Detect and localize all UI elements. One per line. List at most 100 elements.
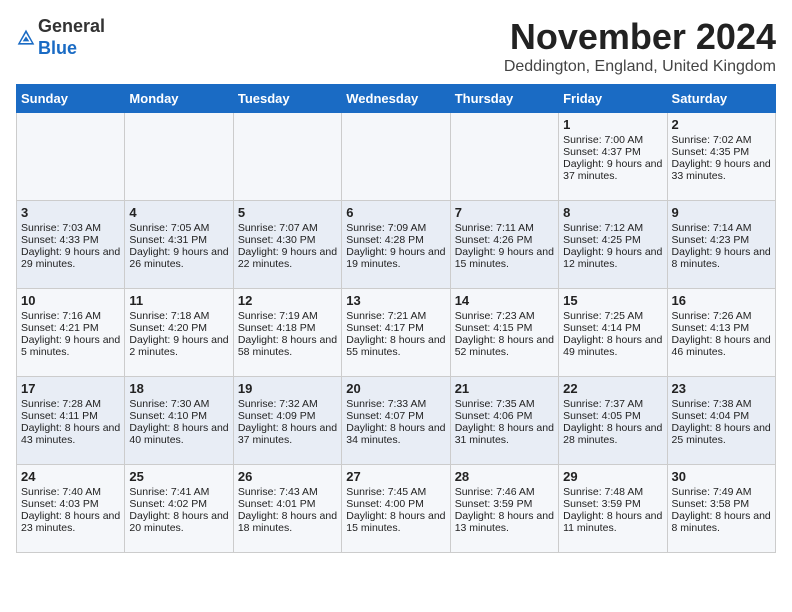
- calendar-cell: 20Sunrise: 7:33 AMSunset: 4:07 PMDayligh…: [342, 377, 450, 465]
- day-info: Sunrise: 7:48 AM: [563, 486, 662, 498]
- calendar-week-2: 3Sunrise: 7:03 AMSunset: 4:33 PMDaylight…: [17, 201, 776, 289]
- calendar-cell: 5 Sunrise: 7:07 AMSunset: 4:30 PMDaylight…: [233, 201, 341, 289]
- day-info: Sunset: 4:09 PM: [238, 410, 337, 422]
- calendar-week-3: 10Sunrise: 7:16 AMSunset: 4:21 PMDayligh…: [17, 289, 776, 377]
- day-number: 5: [238, 205, 337, 220]
- day-number: 20: [346, 381, 445, 396]
- day-info: Daylight: 8 hours and 25 minutes.: [672, 422, 771, 446]
- day-info: Daylight: 9 hours and 29 minutes.: [21, 246, 120, 270]
- day-info: Daylight: 8 hours and 8 minutes.: [672, 510, 771, 534]
- day-info: Sunrise: 7:16 AM: [21, 310, 120, 322]
- day-info: Sunrise: 7:33 AM: [346, 398, 445, 410]
- day-number: 22: [563, 381, 662, 396]
- calendar-cell: [342, 113, 450, 201]
- day-info: Sunset: 4:30 PM: [238, 234, 337, 246]
- day-number: 24: [21, 469, 120, 484]
- day-info: Sunset: 4:37 PM: [563, 146, 662, 158]
- calendar-cell: [125, 113, 233, 201]
- day-number: 15: [563, 293, 662, 308]
- day-info: Sunrise: 7:37 AM: [563, 398, 662, 410]
- day-header-monday: Monday: [125, 85, 233, 113]
- day-info: Sunset: 4:28 PM: [346, 234, 445, 246]
- day-info: Daylight: 8 hours and 55 minutes.: [346, 334, 445, 358]
- day-info: Sunset: 3:59 PM: [563, 498, 662, 510]
- calendar-week-1: 1Sunrise: 7:00 AMSunset: 4:37 PMDaylight…: [17, 113, 776, 201]
- day-info: Sunrise: 7:21 AM: [346, 310, 445, 322]
- day-number: 27: [346, 469, 445, 484]
- calendar-cell: 22Sunrise: 7:37 AMSunset: 4:05 PMDayligh…: [559, 377, 667, 465]
- calendar-week-5: 24Sunrise: 7:40 AMSunset: 4:03 PMDayligh…: [17, 465, 776, 553]
- day-number: 25: [129, 469, 228, 484]
- day-info: Sunrise: 7:09 AM: [346, 222, 445, 234]
- calendar-cell: 30Sunrise: 7:49 AMSunset: 3:58 PMDayligh…: [667, 465, 775, 553]
- day-info: Daylight: 9 hours and 19 minutes.: [346, 246, 445, 270]
- day-info: Sunset: 4:21 PM: [21, 322, 120, 334]
- calendar-cell: 11Sunrise: 7:18 AMSunset: 4:20 PMDayligh…: [125, 289, 233, 377]
- day-number: 7: [455, 205, 554, 220]
- day-number: 30: [672, 469, 771, 484]
- day-info: Sunset: 4:14 PM: [563, 322, 662, 334]
- day-info: Daylight: 8 hours and 13 minutes.: [455, 510, 554, 534]
- day-header-saturday: Saturday: [667, 85, 775, 113]
- day-number: 28: [455, 469, 554, 484]
- calendar-cell: 12Sunrise: 7:19 AMSunset: 4:18 PMDayligh…: [233, 289, 341, 377]
- day-info: Sunset: 4:18 PM: [238, 322, 337, 334]
- day-info: Daylight: 8 hours and 20 minutes.: [129, 510, 228, 534]
- day-info: Sunrise: 7:11 AM: [455, 222, 554, 234]
- day-info: Sunrise: 7:07 AM: [238, 222, 337, 234]
- day-info: Daylight: 9 hours and 2 minutes.: [129, 334, 228, 358]
- day-info: Daylight: 8 hours and 28 minutes.: [563, 422, 662, 446]
- day-info: Sunrise: 7:00 AM: [563, 134, 662, 146]
- day-number: 9: [672, 205, 771, 220]
- day-info: Sunrise: 7:14 AM: [672, 222, 771, 234]
- day-info: Daylight: 9 hours and 12 minutes.: [563, 246, 662, 270]
- day-info: Sunrise: 7:05 AM: [129, 222, 228, 234]
- day-number: 18: [129, 381, 228, 396]
- day-info: Daylight: 9 hours and 22 minutes.: [238, 246, 337, 270]
- day-info: Daylight: 8 hours and 15 minutes.: [346, 510, 445, 534]
- day-info: Sunset: 4:03 PM: [21, 498, 120, 510]
- location: Deddington, England, United Kingdom: [504, 58, 776, 76]
- day-header-thursday: Thursday: [450, 85, 558, 113]
- day-number: 23: [672, 381, 771, 396]
- day-info: Daylight: 8 hours and 31 minutes.: [455, 422, 554, 446]
- day-info: Daylight: 8 hours and 11 minutes.: [563, 510, 662, 534]
- day-info: Sunset: 4:35 PM: [672, 146, 771, 158]
- calendar-cell: 3Sunrise: 7:03 AMSunset: 4:33 PMDaylight…: [17, 201, 125, 289]
- day-info: Sunrise: 7:28 AM: [21, 398, 120, 410]
- calendar-cell: 24 Sunrise: 7:40 AMSunset: 4:03 PMDayligh…: [17, 465, 125, 553]
- day-info: Sunset: 4:13 PM: [672, 322, 771, 334]
- day-number: 11: [129, 293, 228, 308]
- day-info: Sunset: 4:11 PM: [21, 410, 120, 422]
- calendar-cell: 25 Sunrise: 7:41 AMSunset: 4:02 PMDayligh…: [125, 465, 233, 553]
- logo-blue: Blue: [38, 38, 77, 58]
- calendar-cell: 10Sunrise: 7:16 AMSunset: 4:21 PMDayligh…: [17, 289, 125, 377]
- day-info: Sunrise: 7:41 AM: [129, 486, 228, 498]
- day-number: 3: [21, 205, 120, 220]
- calendar-cell: [450, 113, 558, 201]
- day-info: Sunrise: 7:49 AM: [672, 486, 771, 498]
- calendar-cell: 23Sunrise: 7:38 AMSunset: 4:04 PMDayligh…: [667, 377, 775, 465]
- day-info: Sunset: 4:07 PM: [346, 410, 445, 422]
- day-info: Sunset: 4:02 PM: [129, 498, 228, 510]
- day-number: 4: [129, 205, 228, 220]
- day-info: Sunrise: 7:25 AM: [563, 310, 662, 322]
- day-number: 2: [672, 117, 771, 132]
- day-info: Sunset: 4:15 PM: [455, 322, 554, 334]
- day-info: Sunset: 4:33 PM: [21, 234, 120, 246]
- day-info: Sunset: 4:01 PM: [238, 498, 337, 510]
- day-info: Sunrise: 7:45 AM: [346, 486, 445, 498]
- day-info: Daylight: 9 hours and 33 minutes.: [672, 158, 771, 182]
- day-info: Daylight: 8 hours and 23 minutes.: [21, 510, 120, 534]
- day-number: 6: [346, 205, 445, 220]
- day-info: Sunset: 4:06 PM: [455, 410, 554, 422]
- day-info: Sunrise: 7:43 AM: [238, 486, 337, 498]
- day-info: Daylight: 8 hours and 49 minutes.: [563, 334, 662, 358]
- calendar-cell: 17Sunrise: 7:28 AMSunset: 4:11 PMDayligh…: [17, 377, 125, 465]
- day-info: Daylight: 8 hours and 58 minutes.: [238, 334, 337, 358]
- page-header: General Blue November 2024 Deddington, E…: [16, 16, 776, 76]
- calendar-cell: 18Sunrise: 7:30 AMSunset: 4:10 PMDayligh…: [125, 377, 233, 465]
- calendar-cell: 1Sunrise: 7:00 AMSunset: 4:37 PMDaylight…: [559, 113, 667, 201]
- day-info: Sunrise: 7:40 AM: [21, 486, 120, 498]
- day-number: 29: [563, 469, 662, 484]
